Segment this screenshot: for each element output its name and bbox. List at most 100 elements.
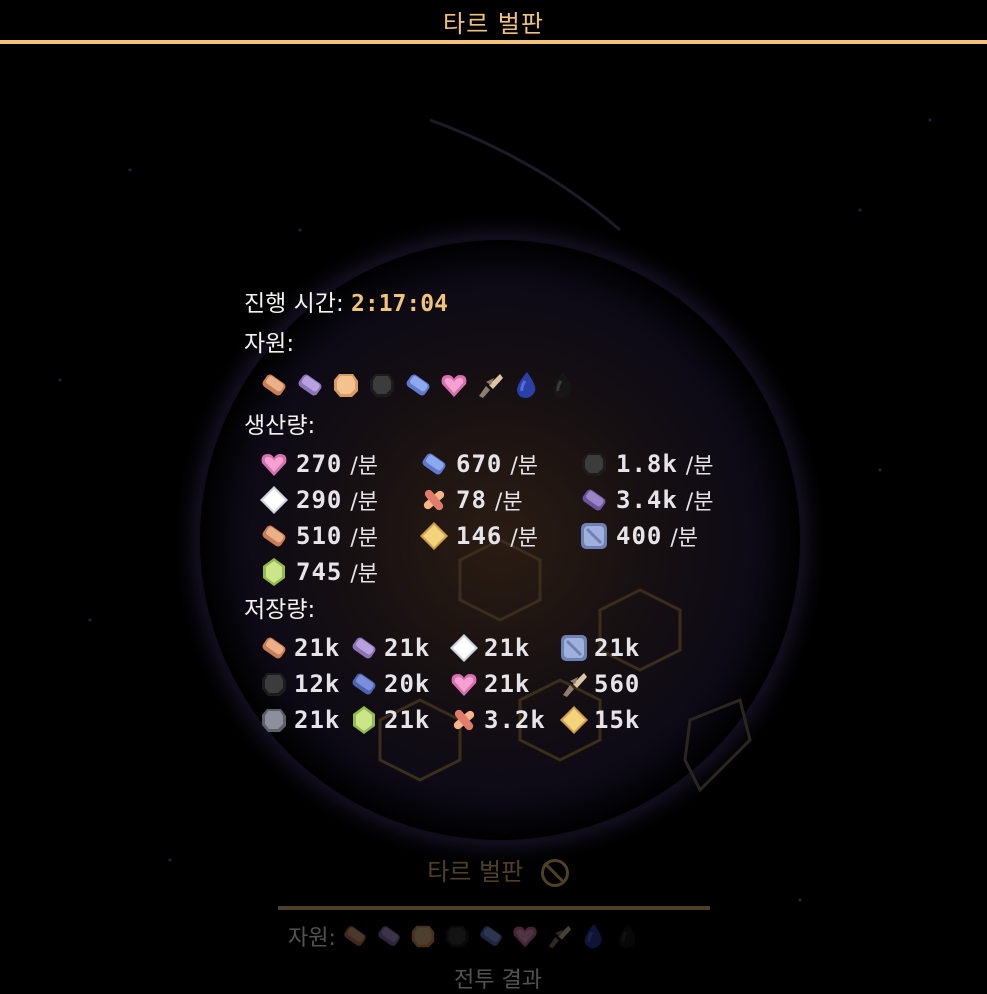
spore-icon bbox=[448, 668, 480, 700]
production-value: 78 bbox=[456, 486, 487, 514]
production-list: 270/분 670/분 1.8k/분 290/분 78/분 3.4k/분 510/분 146/… bbox=[244, 446, 764, 590]
production-value: 1.8k bbox=[616, 450, 678, 478]
scrap-icon bbox=[544, 921, 574, 951]
oil-icon bbox=[578, 921, 608, 951]
production-row: 510/분 146/분 400/분 bbox=[244, 518, 764, 554]
storage-value: 21k bbox=[384, 634, 431, 662]
ban-icon bbox=[540, 859, 569, 887]
spore-icon bbox=[438, 369, 470, 401]
production-row: 290/분 78/분 3.4k/분 bbox=[244, 482, 764, 518]
production-item: 745/분 bbox=[258, 554, 378, 590]
storage-value: 21k bbox=[484, 634, 531, 662]
lead-icon bbox=[258, 704, 290, 736]
production-unit: /분 bbox=[685, 490, 714, 515]
thorium-icon bbox=[578, 484, 610, 516]
copper-icon bbox=[258, 632, 290, 664]
storage-item: 21k bbox=[258, 702, 340, 738]
pyratite-icon bbox=[448, 704, 480, 736]
storage-item: 3.2k bbox=[448, 702, 546, 738]
scrap-icon bbox=[558, 668, 590, 700]
spore-icon bbox=[258, 448, 290, 480]
surge-icon bbox=[558, 704, 590, 736]
storage-value: 15k bbox=[594, 706, 641, 734]
copper-icon bbox=[258, 520, 290, 552]
sector-title: 타르 벌판 bbox=[443, 10, 544, 38]
production-item: 3.4k/분 bbox=[578, 482, 713, 518]
storage-value: 21k bbox=[294, 634, 341, 662]
silicon-icon bbox=[578, 520, 610, 552]
production-value: 146 bbox=[456, 522, 503, 550]
sector-panel-resources-label: 자원: bbox=[288, 926, 336, 951]
plastanium-icon bbox=[418, 448, 450, 480]
silicon-icon bbox=[558, 632, 590, 664]
copper-icon bbox=[258, 369, 290, 401]
titanium-icon bbox=[348, 632, 380, 664]
production-unit: /분 bbox=[670, 526, 699, 551]
title-divider bbox=[0, 40, 987, 44]
production-value: 400 bbox=[616, 522, 663, 550]
production-unit: /분 bbox=[350, 562, 379, 587]
production-unit: /분 bbox=[510, 454, 539, 479]
title-bar: 타르 벌판 bbox=[0, 0, 987, 40]
progress-row: 진행 시간: 2:17:04 bbox=[244, 284, 764, 324]
production-unit: /분 bbox=[494, 490, 523, 515]
storage-row: 21k 21k 21k 21k bbox=[244, 630, 764, 666]
production-item: 146/분 bbox=[418, 518, 538, 554]
resources-label: 자원: bbox=[244, 331, 295, 357]
phase-icon bbox=[258, 556, 290, 588]
production-unit: /분 bbox=[350, 526, 379, 551]
storage-value: 21k bbox=[484, 670, 531, 698]
storage-value: 3.2k bbox=[484, 706, 546, 734]
storage-list: 21k 21k 21k 21k 12k 20k 21k 560 21k 21k 3.2k 15k bbox=[244, 630, 764, 738]
storage-value: 560 bbox=[594, 670, 641, 698]
sector-panel-result: 전투 결과 bbox=[454, 968, 542, 993]
resource-icon-list bbox=[244, 364, 764, 406]
production-label: 생산량: bbox=[244, 413, 316, 439]
pyratite-icon bbox=[418, 484, 450, 516]
storage-label: 저장량: bbox=[244, 597, 316, 623]
production-value: 745 bbox=[296, 558, 343, 586]
production-item: 290/분 bbox=[258, 482, 378, 518]
production-row: 745/분 bbox=[244, 554, 764, 590]
production-item: 270/분 bbox=[258, 446, 378, 482]
sector-panel-header: 타르 벌판 bbox=[278, 850, 718, 894]
tar-icon bbox=[612, 921, 642, 951]
sand-icon bbox=[408, 921, 438, 951]
progress-time: 2:17:04 bbox=[351, 291, 448, 317]
metaglass-icon bbox=[448, 632, 480, 664]
storage-item: 21k bbox=[348, 702, 430, 738]
production-value: 3.4k bbox=[616, 486, 678, 514]
production-item: 670/분 bbox=[418, 446, 538, 482]
production-unit: /분 bbox=[510, 526, 539, 551]
phase-icon bbox=[348, 704, 380, 736]
coal-icon bbox=[578, 448, 610, 480]
production-value: 270 bbox=[296, 450, 343, 478]
storage-value: 12k bbox=[294, 670, 341, 698]
storage-item: 21k bbox=[558, 630, 640, 666]
production-unit: /분 bbox=[685, 454, 714, 479]
sand-icon bbox=[330, 369, 362, 401]
storage-row: 12k 20k 21k 560 bbox=[244, 666, 764, 702]
production-item: 78/분 bbox=[418, 482, 523, 518]
production-item: 400/분 bbox=[578, 518, 698, 554]
storage-row: 21k 21k 3.2k 15k bbox=[244, 702, 764, 738]
production-item: 1.8k/분 bbox=[578, 446, 713, 482]
tar-icon bbox=[546, 369, 578, 401]
surge-icon bbox=[418, 520, 450, 552]
storage-item: 15k bbox=[558, 702, 640, 738]
storage-value: 21k bbox=[594, 634, 641, 662]
coal-icon bbox=[258, 668, 290, 700]
plastanium-icon bbox=[476, 921, 506, 951]
sector-info-panel: 진행 시간: 2:17:04 자원: 생산량: 270/분 670/분 1.8k/분… bbox=[244, 284, 764, 738]
sector-panel-resources: 자원: bbox=[278, 920, 718, 952]
copper-icon bbox=[340, 921, 370, 951]
production-row: 270/분 670/분 1.8k/분 bbox=[244, 446, 764, 482]
storage-value: 20k bbox=[384, 670, 431, 698]
production-value: 670 bbox=[456, 450, 503, 478]
storage-item: 560 bbox=[558, 666, 640, 702]
coal-icon bbox=[442, 921, 472, 951]
sector-panel-title: 타르 벌판 bbox=[427, 858, 524, 886]
graphite-icon bbox=[348, 668, 380, 700]
storage-item: 21k bbox=[448, 630, 530, 666]
oil-icon bbox=[510, 369, 542, 401]
